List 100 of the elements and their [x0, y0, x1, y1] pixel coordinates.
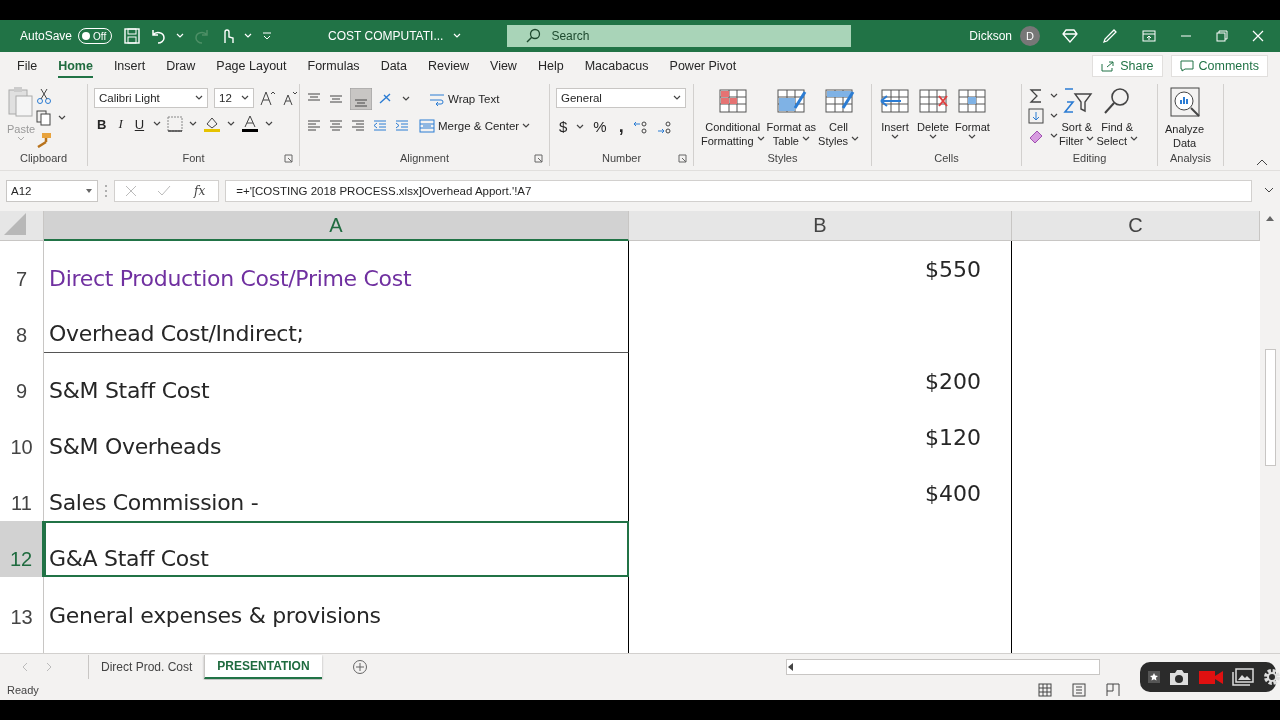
search-icon[interactable]	[525, 28, 542, 44]
caret-icon[interactable]	[1050, 113, 1058, 119]
caret-icon[interactable]	[673, 95, 681, 101]
ribbon-tab[interactable]: File	[8, 53, 47, 79]
insert-cells-icon[interactable]	[879, 86, 911, 116]
page-break-icon[interactable]	[1106, 683, 1120, 697]
comment-icon[interactable]	[1179, 60, 1194, 72]
customize-icon[interactable]	[262, 31, 273, 41]
page-layout-icon[interactable]	[1072, 683, 1086, 697]
pen-icon[interactable]	[1102, 28, 1118, 44]
analyze-data-button[interactable]: Analyze Data	[1164, 84, 1206, 152]
caret-icon[interactable]	[153, 121, 162, 127]
editing-button[interactable]: Sort & Filter	[1058, 84, 1096, 152]
comma-button[interactable]: ,	[615, 114, 627, 139]
restore-icon[interactable]	[1216, 30, 1228, 42]
currency-button[interactable]: $	[556, 116, 571, 137]
caret-icon[interactable]	[929, 134, 937, 140]
share-button[interactable]: Share	[1092, 55, 1163, 77]
italic-button[interactable]: I	[115, 114, 126, 134]
editing-button[interactable]: Find & Select	[1095, 84, 1140, 152]
copy-icon[interactable]	[36, 110, 53, 126]
dialog-launcher-icon[interactable]	[534, 154, 543, 163]
wrap-text-button[interactable]: Wrap Text	[426, 89, 503, 109]
scroll-up-icon[interactable]	[1266, 215, 1274, 221]
decrease-font-icon[interactable]	[282, 90, 298, 106]
analyze-data-icon[interactable]	[1168, 86, 1201, 118]
cell-brush-icon[interactable]	[822, 86, 855, 116]
caret-icon[interactable]	[1130, 136, 1139, 142]
caret-icon[interactable]	[802, 136, 810, 142]
sum-icon[interactable]	[1028, 88, 1044, 104]
ribbon-tab[interactable]: Macabacus	[575, 53, 658, 79]
formula-field[interactable]: =+'[COSTING 2018 PROCESS.xlsx]Overhead Apport.'!A7	[225, 180, 1252, 202]
diamond-icon[interactable]	[1062, 29, 1078, 43]
clipboard-icon[interactable]	[7, 86, 36, 118]
comments-button[interactable]: Comments	[1170, 55, 1268, 77]
caret-icon[interactable]	[189, 121, 198, 127]
caret-icon[interactable]	[522, 123, 531, 129]
merge-center-button[interactable]: Merge & Center	[416, 116, 534, 136]
normal-view-icon[interactable]	[1038, 683, 1052, 697]
ribbon-tab[interactable]: Help	[528, 53, 573, 79]
scroll-left-icon[interactable]	[787, 663, 795, 671]
caret-icon[interactable]	[851, 136, 860, 142]
fill-down-icon[interactable]	[1028, 108, 1044, 124]
caret-icon[interactable]	[402, 96, 410, 102]
vertical-scrollbar[interactable]	[1260, 211, 1280, 653]
bold-button[interactable]: B	[94, 114, 110, 134]
style-button[interactable]: Cell Styles	[817, 84, 861, 152]
column-header[interactable]: C	[1012, 211, 1260, 241]
percent-button[interactable]: %	[590, 116, 610, 137]
close-icon[interactable]	[1252, 30, 1264, 42]
ribbon-tab[interactable]: Formulas	[298, 53, 369, 79]
pin-icon[interactable]	[1148, 671, 1160, 683]
caret-icon[interactable]	[85, 188, 93, 194]
ribbon-tab[interactable]: Page Layout	[207, 53, 296, 79]
caret-icon[interactable]	[891, 134, 899, 140]
ribbon-tab[interactable]: Home	[49, 53, 102, 79]
column-header[interactable]: A	[44, 211, 629, 241]
file-name[interactable]: COST COMPUTATI...	[322, 28, 468, 44]
row-header[interactable]: 12	[0, 521, 44, 577]
grip-icon[interactable]	[104, 184, 108, 198]
style-button[interactable]: Conditional Formatting	[700, 84, 766, 152]
wrap-text-icon[interactable]	[429, 91, 445, 107]
font-color-icon[interactable]	[241, 115, 260, 133]
search-field[interactable]: Search	[507, 25, 852, 47]
fill-color-icon[interactable]	[203, 115, 222, 133]
caret-icon[interactable]	[1050, 93, 1058, 99]
dialog-launcher-icon[interactable]	[284, 154, 293, 163]
insert-function-button[interactable]: fx	[191, 182, 209, 200]
conditional-formatting-icon[interactable]	[716, 86, 749, 116]
ribbon-tab[interactable]: Insert	[104, 53, 155, 79]
cells-button[interactable]: Insert	[878, 84, 912, 152]
ribbon-display-icon[interactable]	[1142, 30, 1156, 42]
add-sheet-icon[interactable]	[351, 659, 368, 675]
share-icon[interactable]	[1101, 60, 1116, 72]
settings-icon[interactable]	[1262, 667, 1280, 687]
cells-button[interactable]: Delete	[916, 84, 950, 152]
cells-button[interactable]: Format	[954, 84, 991, 152]
borders-icon[interactable]	[167, 116, 184, 132]
caret-icon[interactable]	[195, 95, 203, 101]
search-input[interactable]: Search	[551, 29, 852, 43]
ribbon-tab[interactable]: View	[481, 53, 526, 79]
caret-icon[interactable]	[576, 123, 585, 130]
merge-icon[interactable]	[419, 118, 435, 134]
ribbon-tab[interactable]: Power Pivot	[660, 53, 746, 79]
delete-cells-icon[interactable]	[917, 86, 949, 116]
save-icon[interactable]	[124, 28, 141, 44]
caret-icon[interactable]	[1086, 136, 1095, 142]
undo-icon[interactable]	[150, 28, 167, 44]
format-painter-icon[interactable]	[36, 132, 53, 148]
increase-font-icon[interactable]	[260, 90, 276, 106]
video-camera-icon[interactable]	[1198, 668, 1224, 686]
format-cells-icon[interactable]	[956, 86, 989, 116]
camera-icon[interactable]	[1168, 668, 1190, 686]
font-size-dropdown[interactable]: 12	[214, 88, 254, 108]
caret-icon[interactable]	[227, 121, 236, 127]
ribbon-tab[interactable]: Data	[371, 53, 417, 79]
caret-icon[interactable]	[265, 121, 274, 127]
number-format-dropdown[interactable]: General	[556, 88, 686, 108]
cut-icon[interactable]	[36, 88, 53, 104]
user-avatar[interactable]: D	[1020, 26, 1040, 46]
